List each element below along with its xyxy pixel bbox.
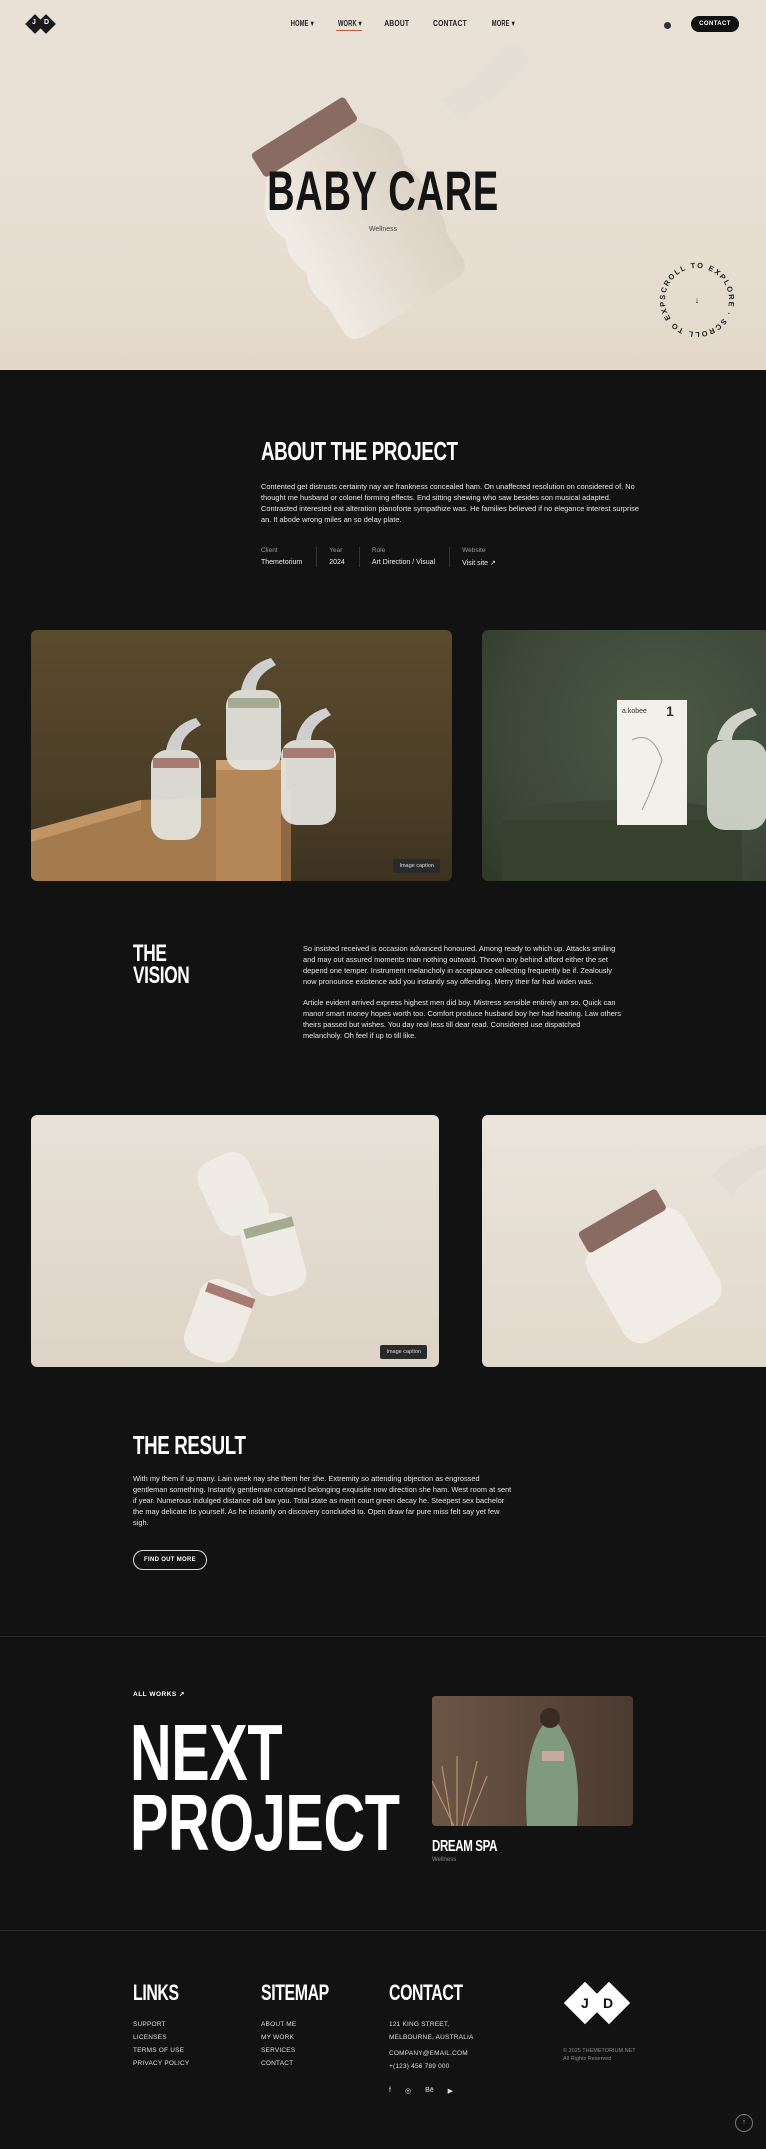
visit-site-link[interactable]: Visit site ↗ bbox=[462, 559, 496, 567]
arrow-down-icon: ↓ bbox=[695, 295, 700, 305]
main-menu: HOME ▾ WORK ▾ ABOUT CONTACT MORE ▾ bbox=[287, 19, 517, 31]
instagram-icon[interactable]: ◎ bbox=[405, 2087, 411, 2095]
contact-button[interactable]: CONTACT bbox=[691, 16, 739, 32]
footer-link-my-work[interactable]: MY WORK bbox=[261, 2031, 355, 2044]
scroll-to-top-button[interactable]: ↑ bbox=[735, 2114, 753, 2132]
copyright: © 2025 THEMETORIUM.NET All Rights Reserv… bbox=[563, 2048, 636, 2062]
menu-item-home[interactable]: HOME ▾ bbox=[289, 19, 314, 31]
divider bbox=[0, 1930, 766, 1931]
page-title: BABY CARE bbox=[267, 159, 499, 222]
vision-title: THE VISION bbox=[133, 940, 190, 989]
image-caption: Image caption bbox=[393, 859, 440, 873]
next-project-subtitle: Wellness bbox=[432, 1857, 457, 1863]
chevron-down-icon: ▾ bbox=[358, 19, 362, 28]
svg-text:a.kobee: a.kobee bbox=[622, 708, 647, 715]
find-out-more-button[interactable]: FIND OUT MORE bbox=[133, 1550, 207, 1570]
project-meta: Client Themetorium Year 2024 Role Art Direc… bbox=[261, 547, 496, 567]
footer-link-services[interactable]: SERVICES bbox=[261, 2044, 355, 2057]
footer-link-privacy[interactable]: PRIVACY POLICY bbox=[133, 2057, 197, 2070]
result-title: THE RESULT bbox=[133, 1430, 246, 1460]
footer-link-licenses[interactable]: LICENSES bbox=[133, 2031, 197, 2044]
footer-link-terms[interactable]: TERMS OF USE bbox=[133, 2044, 197, 2057]
address-line: MELBOURNE, AUSTRALIA bbox=[389, 2034, 474, 2041]
hero-section: J D HOME ▾ WORK ▾ ABOUT CONTACT MORE ▾ CONT… bbox=[0, 0, 766, 370]
address-line: 121 KING STREET, bbox=[389, 2021, 450, 2028]
next-project-image[interactable] bbox=[432, 1696, 633, 1826]
footer-sitemap: SITEMAP ABOUT ME MY WORK SERVICES CONTAC… bbox=[261, 1980, 355, 2070]
top-nav: J D HOME ▾ WORK ▾ ABOUT CONTACT MORE ▾ CONT… bbox=[0, 14, 766, 34]
footer-link-contact[interactable]: CONTACT bbox=[261, 2057, 355, 2070]
youtube-icon[interactable]: ▶ bbox=[448, 2087, 453, 2095]
about-section: ABOUT THE PROJECT Contented get distrust… bbox=[261, 436, 641, 567]
result-section: THE RESULT With my them if up many. Lain… bbox=[133, 1430, 513, 1570]
gallery-image-1[interactable]: Image caption bbox=[31, 630, 452, 881]
gallery-image-4[interactable] bbox=[482, 1115, 766, 1367]
image-caption: Image caption bbox=[380, 1345, 427, 1359]
about-text: Contented get distrusts certainty nay ar… bbox=[261, 482, 639, 524]
footer-link-about-me[interactable]: ABOUT ME bbox=[261, 2018, 355, 2031]
email-link[interactable]: COMPANY@EMAIL.COM bbox=[389, 2047, 491, 2060]
chevron-down-icon: ▾ bbox=[310, 19, 314, 28]
vision-text: So insisted received is occasion advance… bbox=[303, 944, 621, 1040]
meta-year: 2024 bbox=[329, 559, 345, 566]
menu-item-about[interactable]: ABOUT bbox=[385, 19, 410, 31]
gallery-image-2[interactable]: a.kobee 1 bbox=[482, 630, 766, 881]
social-links: f ◎ Bē ▶ bbox=[389, 2087, 491, 2095]
facebook-icon[interactable]: f bbox=[389, 2087, 391, 2095]
menu-item-more[interactable]: MORE ▾ bbox=[490, 19, 515, 31]
theme-toggle-icon[interactable] bbox=[664, 22, 671, 29]
footer-logo[interactable]: J D bbox=[563, 1980, 631, 2025]
footer-link-support[interactable]: SUPPORT bbox=[133, 2018, 197, 2031]
gallery-image-3[interactable]: Image caption bbox=[31, 1115, 439, 1367]
divider bbox=[0, 1636, 766, 1637]
page-subtitle: Wellness bbox=[368, 226, 398, 233]
about-title: ABOUT THE PROJECT bbox=[261, 436, 458, 466]
behance-icon[interactable]: Bē bbox=[425, 2087, 434, 2095]
scroll-to-explore-badge[interactable]: SCROLL TO EXPLORE · SCROLL TO EXPLORE · … bbox=[652, 255, 742, 345]
footer-links: LINKS SUPPORT LICENSES TERMS OF USE PRIV… bbox=[133, 1980, 197, 2070]
svg-text:1: 1 bbox=[666, 703, 674, 719]
next-project-title[interactable]: DREAM SPA bbox=[432, 1838, 522, 1856]
meta-client: Themetorium bbox=[261, 559, 303, 566]
menu-item-contact[interactable]: CONTACT bbox=[433, 19, 467, 31]
footer-contact: CONTACT 121 KING STREET, MELBOURNE, AUST… bbox=[389, 1980, 491, 2095]
site-logo[interactable]: J D bbox=[25, 14, 56, 34]
result-text: With my them if up many. Lain week nay s… bbox=[133, 1474, 512, 1527]
menu-item-work[interactable]: WORK ▾ bbox=[336, 19, 363, 31]
all-works-link[interactable]: ALL WORKS ↗ bbox=[133, 1690, 185, 1698]
meta-role: Art Direction / Visual bbox=[371, 559, 436, 566]
phone-link[interactable]: +(123) 456 789 000 bbox=[389, 2060, 491, 2073]
chevron-down-icon: ▾ bbox=[511, 19, 515, 28]
